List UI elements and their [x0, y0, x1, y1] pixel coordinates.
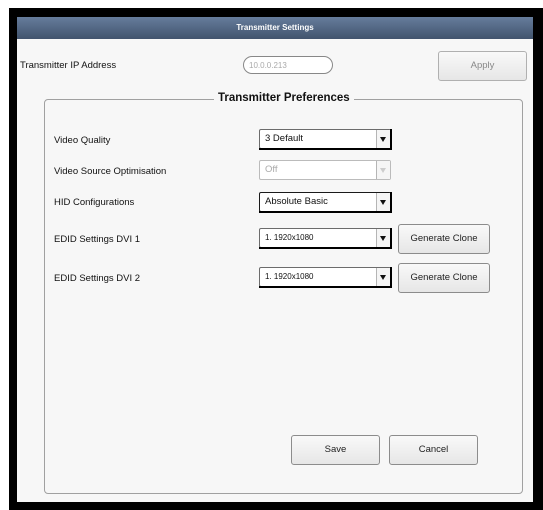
- edid-dvi1-value: 1. 1920x1080: [265, 233, 314, 242]
- chevron-down-icon: [376, 130, 390, 148]
- dropdown-shadow: [390, 228, 392, 248]
- chevron-down-icon: [376, 193, 390, 211]
- edid-dvi2-select[interactable]: 1. 1920x1080: [259, 267, 392, 288]
- chevron-down-icon: [376, 268, 390, 286]
- hid-configurations-label: HID Configurations: [54, 197, 135, 208]
- preferences-group-title: Transmitter Preferences: [214, 92, 354, 104]
- ip-address-field[interactable]: 10.0.0.213: [243, 56, 333, 74]
- chevron-down-icon: [376, 161, 390, 179]
- chevron-down-icon: [376, 229, 390, 247]
- apply-button[interactable]: Apply: [438, 51, 527, 81]
- video-quality-select[interactable]: 3 Default: [259, 129, 392, 150]
- video-source-optimisation-value: Off: [265, 164, 278, 175]
- transmitter-settings-window: Transmitter Settings Transmitter IP Addr…: [17, 17, 533, 502]
- dropdown-shadow: [259, 247, 392, 249]
- dropdown-shadow: [390, 129, 392, 149]
- hid-configurations-select[interactable]: Absolute Basic: [259, 192, 392, 213]
- video-source-optimisation-label: Video Source Optimisation: [54, 166, 167, 177]
- dropdown-shadow: [259, 211, 392, 213]
- edid-dvi1-select[interactable]: 1. 1920x1080: [259, 228, 392, 249]
- hid-configurations-value: Absolute Basic: [265, 196, 328, 207]
- ip-address-label: Transmitter IP Address: [20, 60, 117, 71]
- video-quality-label: Video Quality: [54, 135, 111, 146]
- edid-dvi1-label: EDID Settings DVI 1: [54, 234, 141, 245]
- video-quality-value: 3 Default: [265, 133, 304, 144]
- video-source-optimisation-select[interactable]: Off: [259, 160, 391, 180]
- dropdown-shadow: [259, 148, 392, 150]
- generate-clone-dvi1-button[interactable]: Generate Clone: [398, 224, 490, 254]
- save-button[interactable]: Save: [291, 435, 380, 465]
- edid-dvi2-label: EDID Settings DVI 2: [54, 273, 141, 284]
- edid-dvi2-value: 1. 1920x1080: [265, 272, 314, 281]
- window-title: Transmitter Settings: [17, 17, 533, 39]
- dropdown-shadow: [259, 286, 392, 288]
- cancel-button[interactable]: Cancel: [389, 435, 478, 465]
- dropdown-shadow: [390, 267, 392, 287]
- generate-clone-dvi2-button[interactable]: Generate Clone: [398, 263, 490, 293]
- dropdown-shadow: [390, 192, 392, 212]
